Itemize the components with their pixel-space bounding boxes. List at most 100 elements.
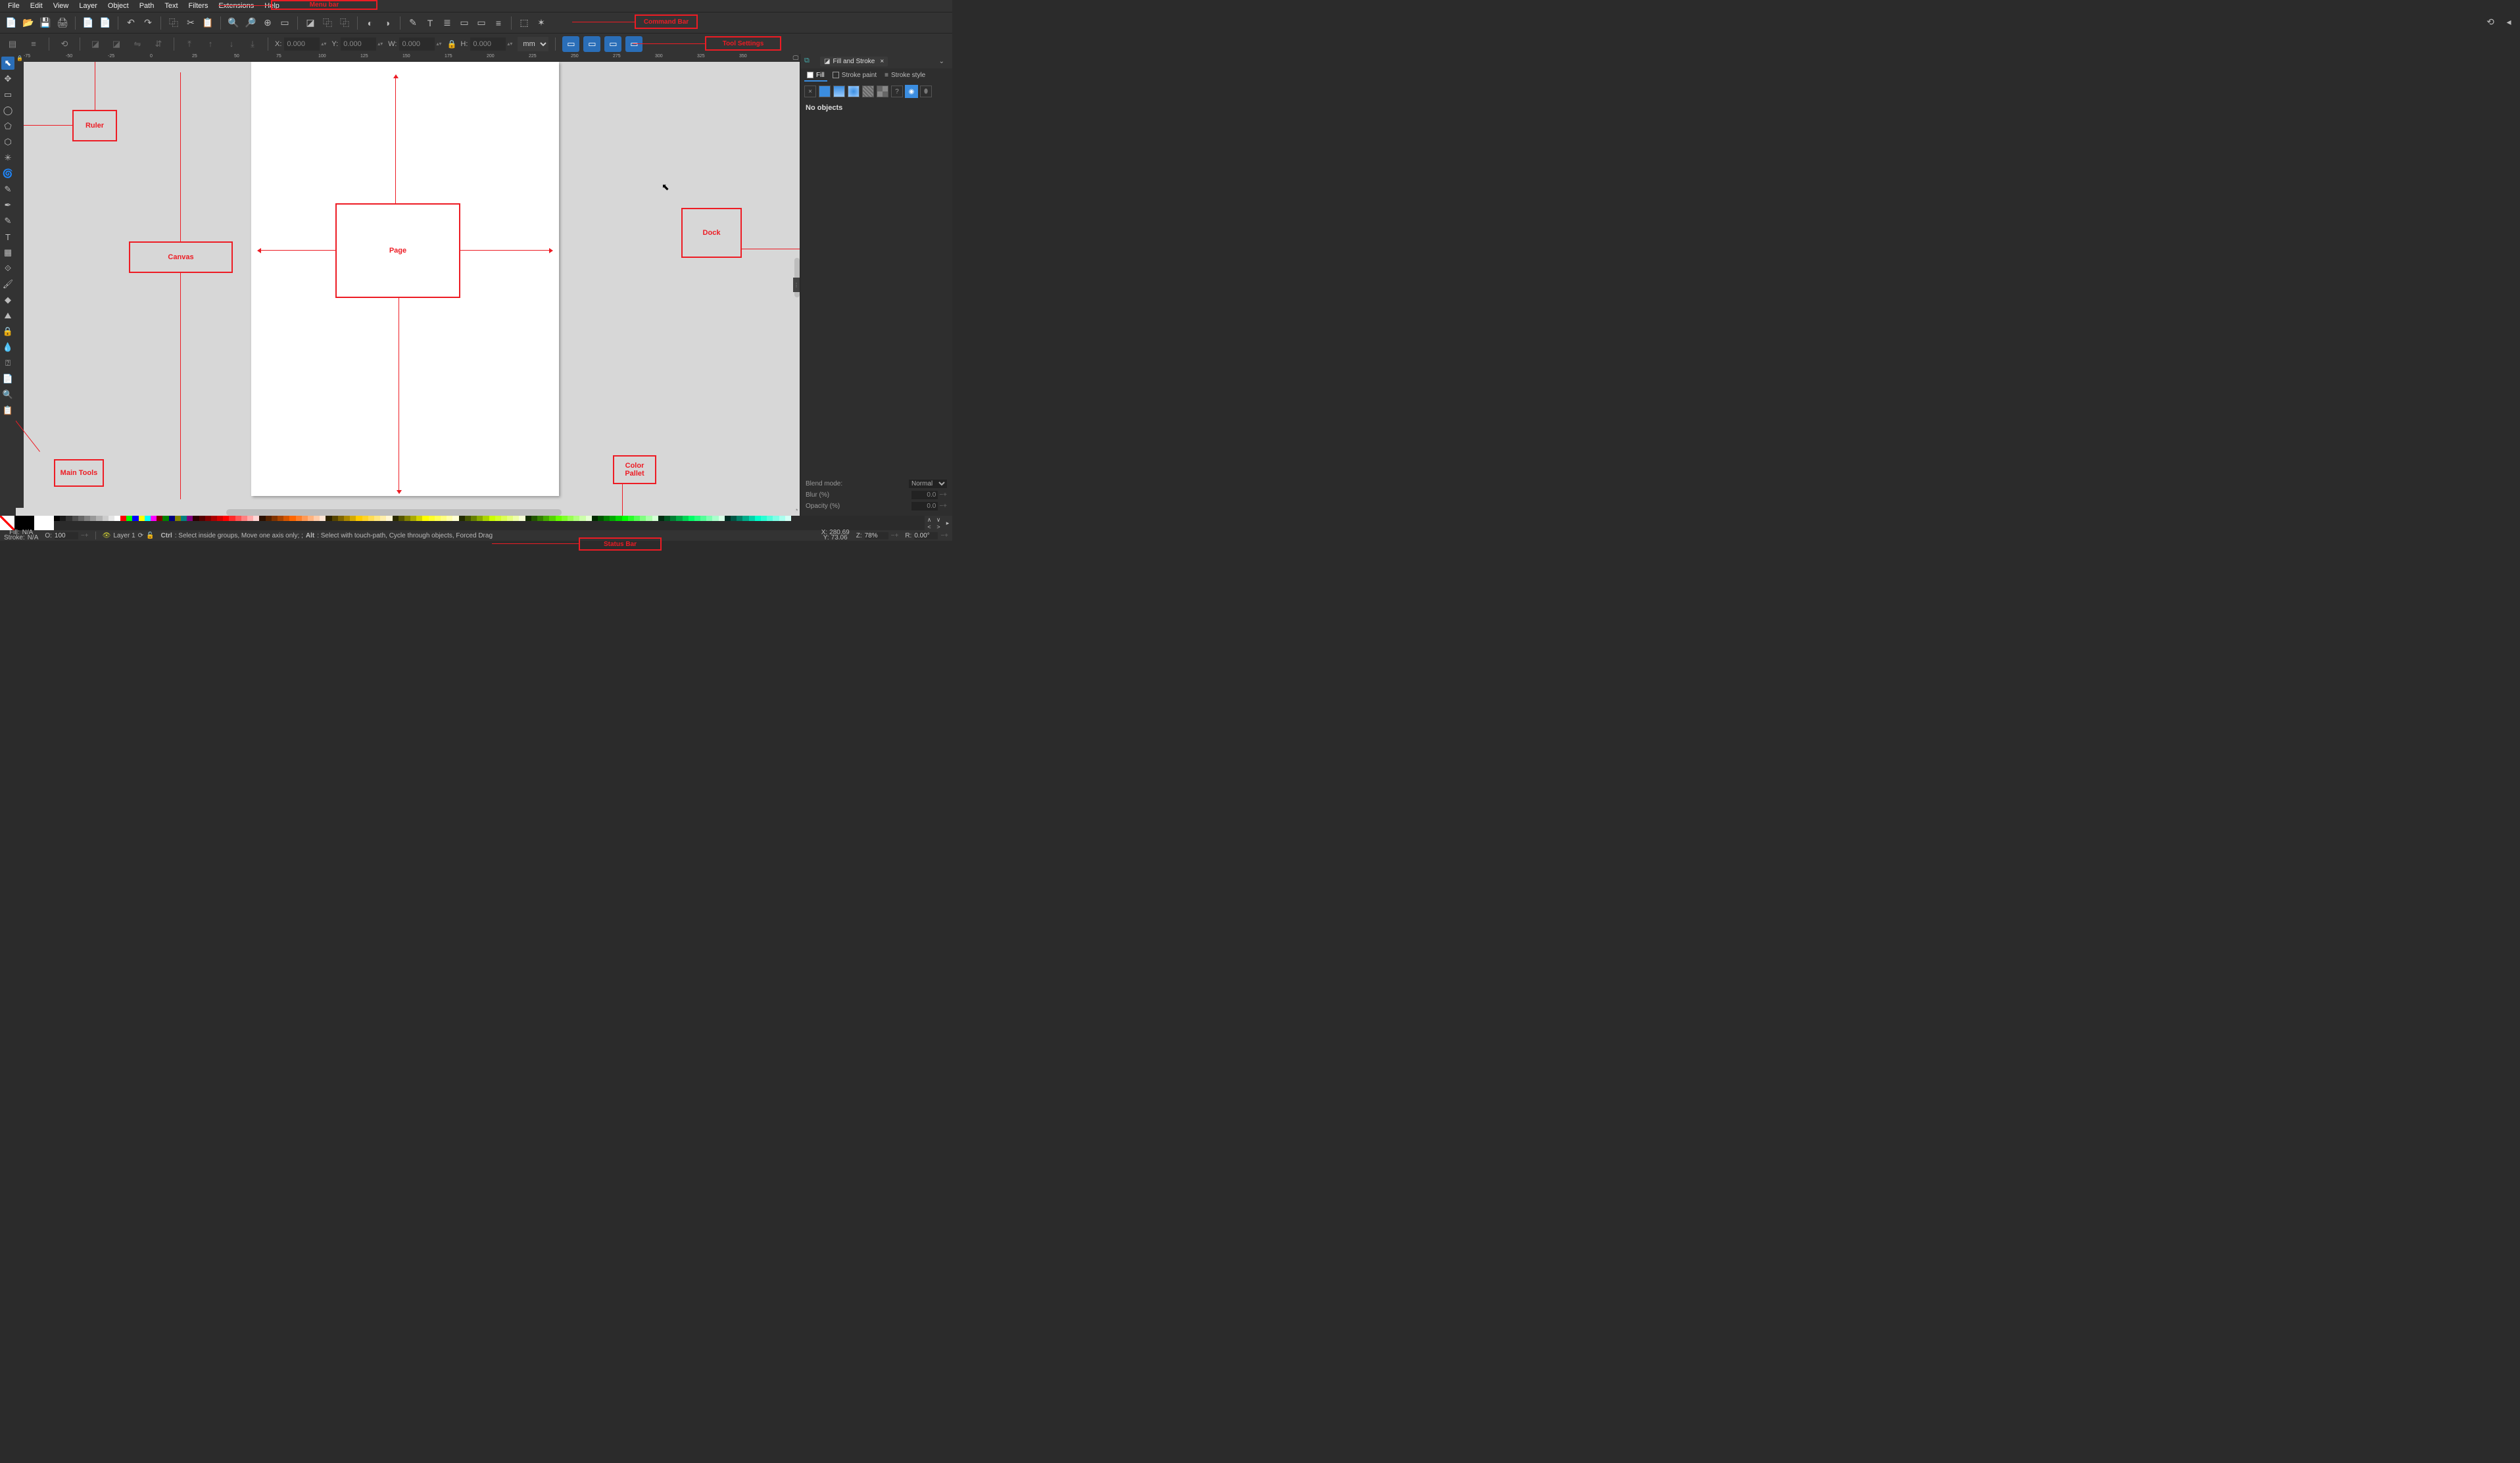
tool-19[interactable]: ⍰: [1, 357, 14, 370]
palette-swatch[interactable]: [731, 516, 737, 521]
palette-swatch[interactable]: [489, 516, 495, 521]
palette-swatch[interactable]: [422, 516, 428, 521]
layer-hide-icon[interactable]: ⟳: [138, 532, 143, 539]
cmd-icon[interactable]: ≡: [491, 16, 506, 30]
palette-swatch[interactable]: [471, 516, 477, 521]
palette-swatch[interactable]: [54, 516, 60, 521]
palette-menu-icon[interactable]: ▸: [943, 516, 952, 530]
palette-swatch[interactable]: [145, 516, 151, 521]
palette-swatch[interactable]: [374, 516, 380, 521]
palette-swatch[interactable]: [247, 516, 253, 521]
palette-swatch[interactable]: [332, 516, 338, 521]
cmd-icon[interactable]: T: [423, 16, 437, 30]
palette-swatch[interactable]: [689, 516, 694, 521]
cmd-icon[interactable]: ✂: [183, 16, 198, 30]
scale-stroke-icon[interactable]: ▭: [562, 36, 579, 52]
palette-swatch[interactable]: [537, 516, 543, 521]
palette-black[interactable]: [14, 516, 34, 530]
cmd-icon[interactable]: ⬚: [517, 16, 531, 30]
scale-corners-icon[interactable]: ▭: [583, 36, 600, 52]
cmd-icon[interactable]: 🔎: [243, 16, 258, 30]
spinner-icon[interactable]: ▴▾: [436, 41, 443, 47]
cmd-icon[interactable]: 🖨: [55, 16, 70, 30]
palette-swatch[interactable]: [652, 516, 658, 521]
palette-swatch[interactable]: [507, 516, 513, 521]
menu-edit[interactable]: Edit: [25, 1, 48, 11]
menu-view[interactable]: View: [48, 1, 74, 11]
layer-visibility-icon[interactable]: 👁: [103, 532, 111, 539]
horizontal-scrollbar[interactable]: [226, 509, 562, 516]
spinner-icon[interactable]: ▴▾: [321, 41, 327, 47]
lock-icon[interactable]: 🔒: [447, 39, 456, 49]
palette-white[interactable]: [34, 516, 54, 530]
close-icon[interactable]: ×: [880, 58, 884, 65]
menu-layer[interactable]: Layer: [74, 1, 103, 11]
palette-swatch[interactable]: [114, 516, 120, 521]
palette-swatch[interactable]: [302, 516, 308, 521]
paint-swatch2-icon[interactable]: ⬮: [920, 86, 932, 97]
h-input[interactable]: [470, 37, 506, 51]
tool-22[interactable]: 📋: [1, 404, 14, 417]
cmd-icon[interactable]: 📋: [201, 16, 215, 30]
palette-swatch[interactable]: [610, 516, 616, 521]
palette-swatch[interactable]: [344, 516, 350, 521]
palette-swatch[interactable]: [241, 516, 247, 521]
cmd-icon[interactable]: ▭: [457, 16, 472, 30]
palette-swatch[interactable]: [568, 516, 573, 521]
layer-lock-icon[interactable]: 🔓: [146, 532, 154, 539]
palette-swatch[interactable]: [562, 516, 568, 521]
cmd-icon[interactable]: ✎: [406, 16, 420, 30]
palette-swatch[interactable]: [573, 516, 579, 521]
cmd-icon[interactable]: ⊕: [260, 16, 275, 30]
tool-13[interactable]: ⟐: [1, 262, 14, 275]
palette-swatch[interactable]: [670, 516, 676, 521]
palette-swatch[interactable]: [628, 516, 634, 521]
palette-swatch[interactable]: [380, 516, 386, 521]
tool-16[interactable]: ⛰: [1, 309, 14, 322]
palette-swatch[interactable]: [120, 516, 126, 521]
paint-pattern-icon[interactable]: [862, 86, 874, 97]
menu-filters[interactable]: Filters: [183, 1, 214, 11]
palette-swatch[interactable]: [326, 516, 331, 521]
rotation-input[interactable]: [914, 532, 938, 539]
tab-stroke-style[interactable]: ≡Stroke style: [882, 70, 928, 82]
palette-swatch[interactable]: [60, 516, 66, 521]
spinner-icon[interactable]: ▴▾: [377, 41, 384, 47]
tool-11[interactable]: T: [1, 230, 14, 243]
cmd-icon[interactable]: ▭: [278, 16, 292, 30]
menu-text[interactable]: Text: [159, 1, 183, 11]
align-icon[interactable]: ≡: [25, 36, 42, 52]
palette-swatch[interactable]: [386, 516, 392, 521]
palette-swatch[interactable]: [283, 516, 289, 521]
spinner-icon[interactable]: −+: [940, 532, 948, 539]
palette-swatch[interactable]: [132, 516, 138, 521]
palette-swatch[interactable]: [223, 516, 229, 521]
blendmode-select[interactable]: Normal: [909, 480, 947, 488]
palette-swatch[interactable]: [543, 516, 549, 521]
palette-swatch[interactable]: [368, 516, 374, 521]
palette-swatch[interactable]: [193, 516, 199, 521]
palette-swatch[interactable]: [755, 516, 761, 521]
palette-swatch[interactable]: [495, 516, 501, 521]
palette-swatch[interactable]: [289, 516, 295, 521]
palette-swatch[interactable]: [501, 516, 507, 521]
layers-icon[interactable]: ▤: [4, 36, 21, 52]
palette-swatch[interactable]: [393, 516, 399, 521]
tool-2[interactable]: ▭: [1, 88, 14, 101]
tool-0[interactable]: ⬉: [1, 57, 14, 70]
palette-swatch[interactable]: [72, 516, 78, 521]
palette-swatch[interactable]: [109, 516, 114, 521]
palette-swatch[interactable]: [151, 516, 157, 521]
menu-file[interactable]: File: [3, 1, 25, 11]
paint-linear-icon[interactable]: [833, 86, 845, 97]
palette-swatch[interactable]: [749, 516, 755, 521]
cmd-icon[interactable]: ⿻: [320, 16, 335, 30]
palette-swatch[interactable]: [429, 516, 435, 521]
unit-select[interactable]: mm: [518, 37, 548, 51]
cmd-icon[interactable]: ◪: [303, 16, 318, 30]
spinner-icon[interactable]: −+: [891, 532, 899, 539]
palette-swatch[interactable]: [350, 516, 356, 521]
palette-swatch[interactable]: [531, 516, 537, 521]
palette-swatch[interactable]: [103, 516, 109, 521]
tool-8[interactable]: ✎: [1, 183, 14, 196]
